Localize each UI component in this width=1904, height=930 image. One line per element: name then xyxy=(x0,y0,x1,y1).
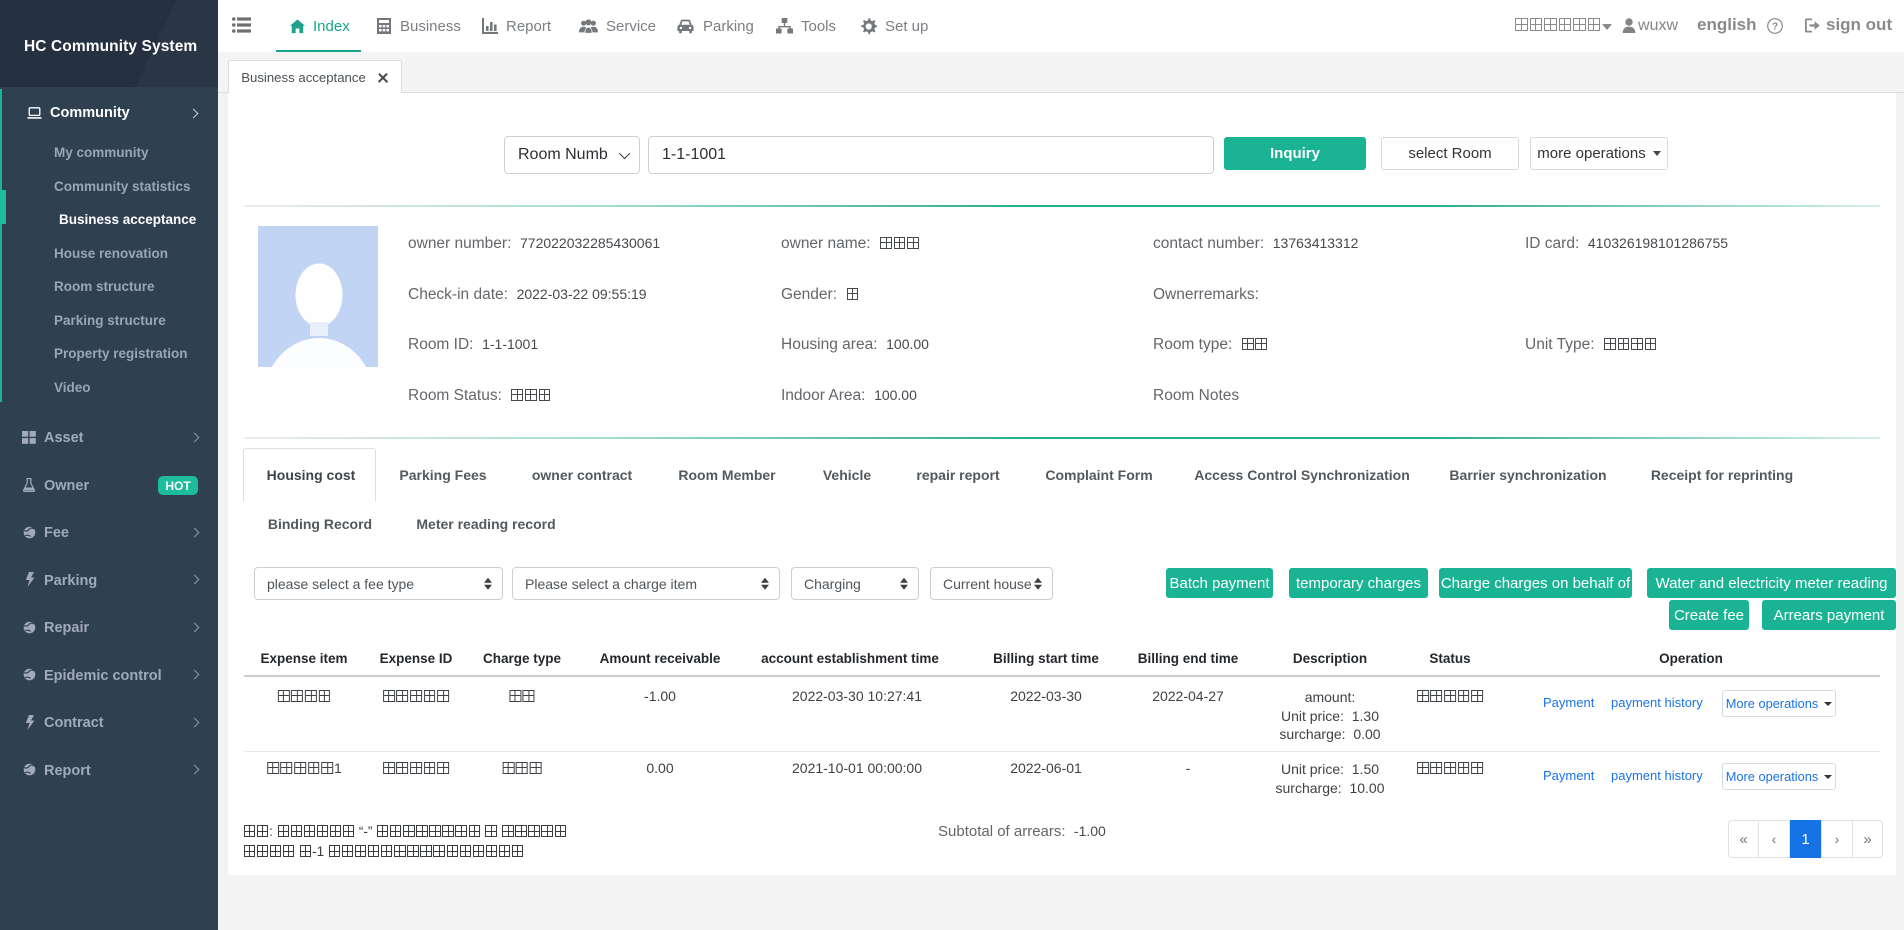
svg-text:?: ? xyxy=(1772,22,1778,33)
